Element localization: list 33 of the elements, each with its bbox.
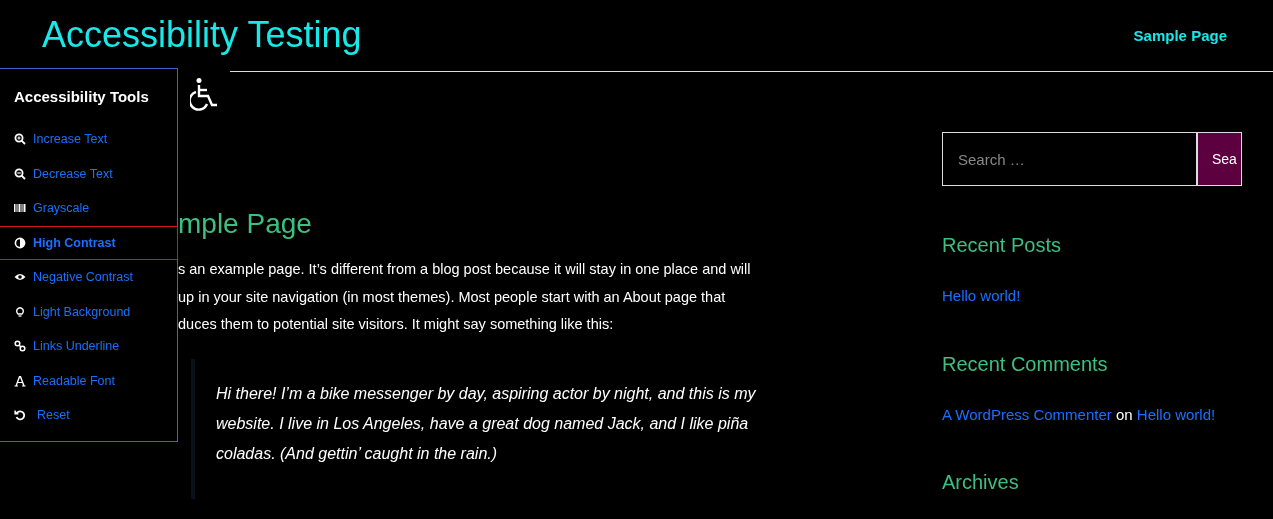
tool-item[interactable]: Grayscale [0,191,177,226]
widget-title: Recent Posts [942,234,1062,257]
site-title[interactable]: Accessibility Testing [42,14,362,56]
contrast-icon [14,236,26,249]
magnifier-icon [14,167,26,180]
tool-item[interactable]: Links Underline [0,329,177,364]
page-heading: mple Page [178,210,313,238]
tool-item[interactable]: Decrease Text [0,156,177,191]
widget-title: Recent Comments [942,353,1109,376]
tool-item[interactable]: Readable Font [0,363,177,398]
tool-item[interactable]: High Contrast [0,225,178,260]
post-link[interactable]: Hello world! [1136,406,1216,423]
submit-button[interactable]: Sea [1197,132,1242,186]
bulb-icon [14,305,26,318]
tool-item[interactable]: Light Background [0,294,177,329]
author-link[interactable]: A WordPress Commenter [942,406,1112,423]
comment-joiner: on [1115,406,1133,423]
widget-title: Archives [942,471,1020,494]
reset-icon [14,409,26,422]
nav-link[interactable]: Sample Page [1133,26,1227,44]
magnifier-icon [14,133,26,146]
post-link[interactable]: Hello world! [942,287,1021,304]
serif-a-icon [14,374,26,387]
tool-item[interactable]: Increase Text [0,122,177,157]
quote-text: Hi there! I’m a bike messenger by day, aspiring actor by night, and this is my website. I live in Los Angeles, have a great dog named Jack, and I like piña coladas. (And gettin’ caught in the rain.) [216,383,756,464]
panel-title: Accessibility Tools [13,87,150,107]
tool-item[interactable]: Negative Contrast [0,260,177,295]
tool-item[interactable]: Reset [0,398,177,433]
article-paragraph: s an example page. It’s different from a blog post because it will stay in one place and will up in your site navigation (in most themes). Most people start with an About page that duces them to potential site visitors. It might say something like this: [178,260,752,334]
link-icon [14,340,26,353]
bars-icon [14,202,26,215]
search-field[interactable]: Search … [942,132,1197,186]
wheelchair-icon[interactable] [190,77,220,111]
